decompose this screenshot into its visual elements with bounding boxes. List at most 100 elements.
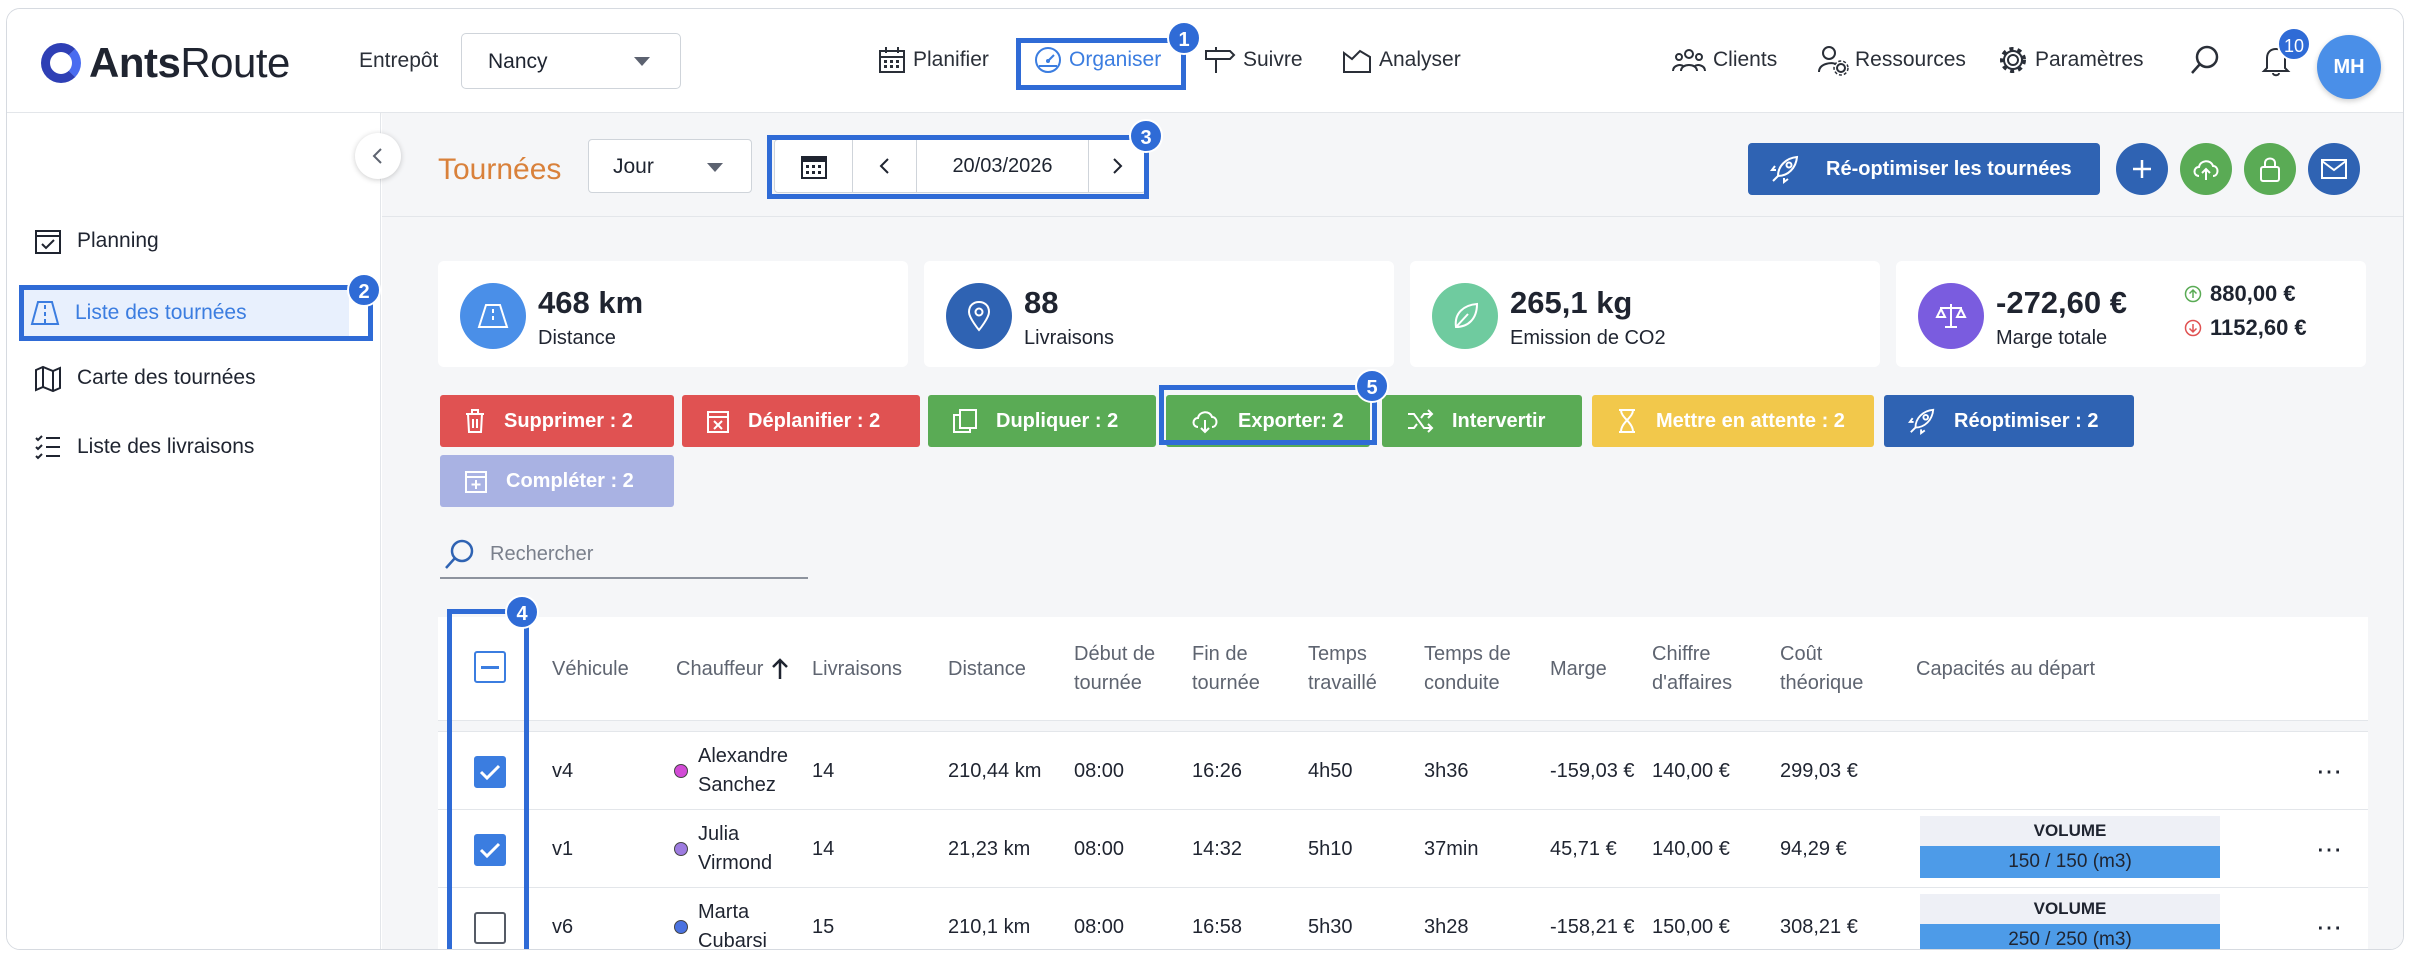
users-icon — [1672, 49, 1706, 72]
antsroute-logo[interactable]: AntsRoute — [41, 39, 290, 87]
add-tour-button[interactable] — [2116, 143, 2168, 195]
nav-planifier[interactable]: Planifier — [877, 39, 989, 81]
driver-color-dot — [674, 764, 688, 778]
nav-label: Paramètres — [2035, 48, 2144, 71]
swap-label: Intervertir — [1452, 409, 1546, 432]
highlight-checkbox-column — [447, 609, 529, 949]
margin-up-value: 880,00 € — [2210, 281, 2296, 306]
lock-button[interactable] — [2244, 143, 2296, 195]
driver-color-dot — [674, 842, 688, 856]
chevron-down-icon — [707, 163, 723, 172]
nav-analyser[interactable]: Analyser — [1341, 39, 1461, 81]
unplan-label: Déplanifier : 2 — [748, 409, 881, 432]
annotation-badge-3: 3 — [1129, 119, 1163, 153]
location-pin-icon — [946, 283, 1012, 349]
warehouse-label: Entrepôt — [359, 49, 439, 72]
user-avatar[interactable]: MH — [2317, 35, 2381, 99]
unplan-button[interactable]: Déplanifier : 2 — [682, 395, 920, 447]
mail-icon — [2321, 159, 2347, 179]
margin-down-value: 1152,60 € — [2210, 315, 2307, 340]
nav-label: Clients — [1713, 48, 1778, 71]
sidebar-item-planning[interactable]: Planning — [33, 221, 159, 261]
column-vehicle[interactable]: Véhicule — [552, 617, 629, 721]
hold-label: Mettre en attente : 2 — [1656, 409, 1845, 432]
nav-label: Ressources — [1855, 48, 1966, 71]
cell-revenue: 140,00 € — [1652, 837, 1730, 860]
cell-driving: 37min — [1424, 837, 1479, 860]
delete-button[interactable]: Supprimer : 2 — [440, 395, 674, 447]
nav-suivre[interactable]: Suivre — [1203, 39, 1303, 81]
stat-card-co2: 265,1 kg Emission de CO2 — [1410, 261, 1880, 367]
column-end[interactable]: Fin de tournée — [1192, 617, 1282, 721]
cell-distance: 21,23 km — [948, 837, 1031, 860]
complete-label: Compléter : 2 — [506, 469, 634, 492]
arrow-down-circle-icon — [2184, 319, 2202, 337]
hourglass-icon — [1619, 409, 1635, 433]
view-mode-value: Jour — [613, 155, 654, 178]
hold-button[interactable]: Mettre en attente : 2 — [1592, 395, 1874, 447]
search-input[interactable] — [490, 543, 790, 566]
margin-up: 880,00 € — [2184, 281, 2296, 307]
search-button[interactable] — [2189, 39, 2227, 81]
view-mode-select[interactable]: Jour — [588, 139, 752, 193]
table-row[interactable]: v4 Alexandre Sanchez 14 210,44 km 08:00 … — [438, 731, 2368, 809]
tours-table: Véhicule Chauffeur Livraisons Distance D… — [438, 617, 2368, 949]
cell-cost: 299,03 € — [1780, 759, 1858, 782]
cell-margin: 45,71 € — [1550, 837, 1617, 860]
cell-driving: 3h36 — [1424, 759, 1469, 782]
column-margin[interactable]: Marge — [1550, 617, 1607, 721]
cell-distance: 210,1 km — [948, 915, 1031, 938]
signpost-icon — [1205, 47, 1236, 73]
rocket-icon — [1908, 408, 1935, 435]
email-button[interactable] — [2308, 143, 2360, 195]
cell-vehicle: v4 — [552, 759, 574, 782]
arrow-up-circle-icon — [2184, 285, 2202, 303]
sidebar-item-carte-des-tournees[interactable]: Carte des tournées — [33, 358, 256, 398]
column-driving[interactable]: Temps de conduite — [1424, 617, 1534, 721]
nav-parametres[interactable]: Paramètres — [1997, 39, 2144, 81]
collapse-sidebar-button[interactable] — [355, 133, 401, 179]
warehouse-select[interactable]: Nancy — [461, 33, 681, 89]
column-capacity[interactable]: Capacités au départ — [1916, 617, 2095, 721]
table-row[interactable]: v6 Marta Cubarsi 15 210,1 km 08:00 16:58… — [438, 887, 2368, 949]
column-driver[interactable]: Chauffeur — [676, 617, 791, 721]
lock-icon — [2260, 157, 2280, 182]
swap-button[interactable]: Intervertir — [1382, 395, 1582, 447]
distance-value: 468 km — [538, 285, 644, 320]
row-more-button[interactable]: ⋯ — [2316, 810, 2344, 888]
column-revenue[interactable]: Chiffre d'affaires — [1652, 617, 1752, 721]
chevron-left-icon — [372, 148, 382, 164]
nav-ressources[interactable]: Ressources — [1817, 39, 1966, 81]
highlight-date-navigator — [767, 135, 1149, 199]
chart-icon — [1343, 49, 1371, 73]
duplicate-button[interactable]: Dupliquer : 2 — [928, 395, 1156, 447]
cell-driving: 3h28 — [1424, 915, 1469, 938]
nav-label: Suivre — [1243, 48, 1303, 71]
app-window: AntsRoute Entrepôt Nancy Planifier Organ… — [6, 8, 2404, 950]
cell-margin: -159,03 € — [1550, 759, 1635, 782]
cell-driver: Marta Cubarsi — [674, 888, 802, 949]
row-more-button[interactable]: ⋯ — [2316, 732, 2344, 810]
row-more-button[interactable]: ⋯ — [2316, 888, 2344, 949]
plus-icon — [2133, 160, 2151, 178]
sidebar-item-liste-des-livraisons[interactable]: Liste des livraisons — [33, 427, 254, 467]
nav-label: Analyser — [1379, 48, 1461, 71]
warehouse-value: Nancy — [488, 50, 548, 73]
column-start[interactable]: Début de tournée — [1074, 617, 1164, 721]
page-title: Tournées — [438, 153, 562, 186]
table-row[interactable]: v1 Julia Virmond 14 21,23 km 08:00 14:32… — [438, 809, 2368, 887]
reoptimize-selected-button[interactable]: Réoptimiser : 2 — [1884, 395, 2134, 447]
upload-button[interactable] — [2180, 143, 2232, 195]
annotation-badge-5: 5 — [1355, 369, 1389, 403]
column-cost[interactable]: Coût théorique — [1780, 617, 1890, 721]
column-deliveries[interactable]: Livraisons — [812, 617, 902, 721]
complete-button[interactable]: Compléter : 2 — [440, 455, 674, 507]
deliveries-label: Livraisons — [1024, 327, 1115, 349]
column-worked[interactable]: Temps travaillé — [1308, 617, 1398, 721]
shuffle-icon — [1408, 409, 1434, 433]
nav-clients[interactable]: Clients — [1671, 39, 1777, 81]
annotation-badge-2: 2 — [347, 273, 381, 307]
column-distance[interactable]: Distance — [948, 617, 1026, 721]
reoptimize-tours-button[interactable]: Ré-optimiser les tournées — [1748, 143, 2100, 195]
calendar-x-icon — [707, 411, 729, 433]
